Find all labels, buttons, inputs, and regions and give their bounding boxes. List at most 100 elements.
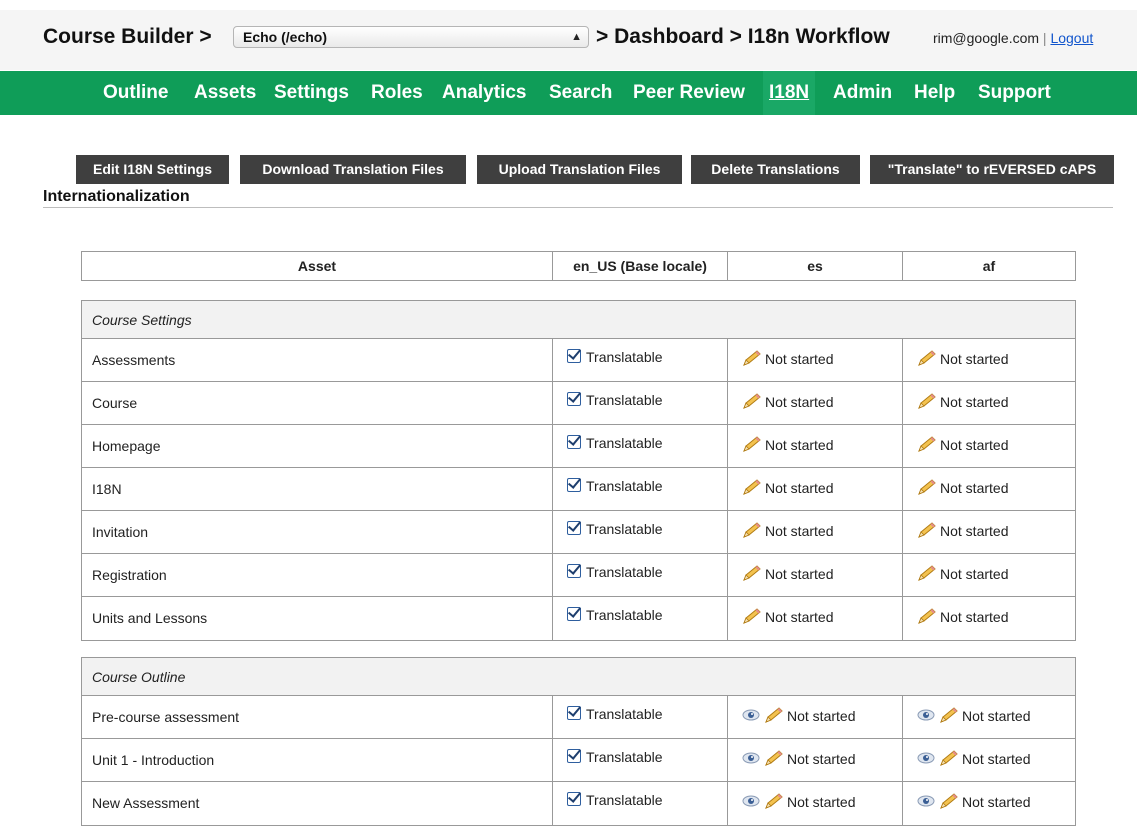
status-label: Not started (940, 437, 1009, 453)
checkbox-icon[interactable] (567, 749, 581, 763)
nav-help[interactable]: Help (908, 71, 961, 115)
delete-translations-button[interactable]: Delete Translations (691, 155, 860, 184)
logout-link[interactable]: Logout (1050, 30, 1093, 46)
pencil-icon[interactable] (764, 707, 784, 723)
translatable-label: Translatable (586, 607, 663, 623)
translatable-status: Translatable (567, 521, 663, 537)
checkbox-icon[interactable] (567, 792, 581, 806)
upload-translation-files-button[interactable]: Upload Translation Files (477, 155, 682, 184)
af-cell: Not started (902, 339, 1075, 381)
edit-i18n-settings-button[interactable]: Edit I18N Settings (76, 155, 229, 184)
base-locale-cell: Translatable (552, 382, 727, 424)
pencil-icon[interactable] (917, 565, 937, 581)
pencil-icon[interactable] (742, 479, 762, 495)
table-row: Unit 1 - Introduction Translatable Not sta… (82, 739, 1075, 782)
nav-analytics[interactable]: Analytics (436, 71, 532, 115)
header-asset: Asset (297, 258, 337, 274)
pencil-icon[interactable] (917, 608, 937, 624)
group-title: Course Settings (82, 301, 1075, 339)
asset-name: Units and Lessons (92, 610, 208, 626)
translatable-status: Translatable (567, 435, 663, 451)
status-label: Not started (765, 394, 834, 410)
checkbox-icon[interactable] (567, 478, 581, 492)
table-row: Pre-course assessment Translatable Not sta… (82, 696, 1075, 739)
base-locale-cell: Translatable (552, 339, 727, 381)
reversed-caps-button[interactable]: "Translate" to rEVERSED cAPS (870, 155, 1114, 184)
eye-icon[interactable] (742, 751, 760, 765)
checkbox-icon[interactable] (567, 607, 581, 621)
translation-status: Not started (917, 479, 1008, 496)
status-label: Not started (787, 794, 856, 810)
pencil-icon[interactable] (917, 522, 937, 538)
pencil-icon[interactable] (939, 793, 959, 809)
pencil-icon[interactable] (742, 393, 762, 409)
pencil-icon[interactable] (917, 479, 937, 495)
translation-status: Not started (917, 750, 1030, 767)
checkbox-icon[interactable] (567, 349, 581, 363)
status-label: Not started (940, 351, 1009, 367)
status-label: Not started (940, 523, 1009, 539)
af-cell: Not started (902, 696, 1075, 738)
nav-outline[interactable]: Outline (97, 71, 174, 115)
checkbox-icon[interactable] (567, 521, 581, 535)
nav-admin[interactable]: Admin (827, 71, 898, 115)
status-label: Not started (962, 794, 1031, 810)
translatable-label: Translatable (586, 521, 663, 537)
pencil-icon[interactable] (764, 793, 784, 809)
base-locale-cell: Translatable (552, 425, 727, 467)
dashboard-crumb[interactable]: > Dashboard > I18n Workflow (596, 25, 890, 49)
asset-name: Homepage (92, 438, 161, 454)
eye-icon[interactable] (742, 794, 760, 808)
base-locale-cell: Translatable (552, 468, 727, 510)
checkbox-icon[interactable] (567, 392, 581, 406)
nav-search[interactable]: Search (543, 71, 618, 115)
nav-assets[interactable]: Assets (188, 71, 262, 115)
download-translation-files-button[interactable]: Download Translation Files (240, 155, 466, 184)
pencil-icon[interactable] (742, 565, 762, 581)
translation-status: Not started (917, 522, 1008, 539)
nav-settings[interactable]: Settings (268, 71, 355, 115)
pencil-icon[interactable] (764, 750, 784, 766)
pencil-icon[interactable] (742, 436, 762, 452)
course-builder-crumb[interactable]: Course Builder > (43, 25, 212, 49)
pencil-icon[interactable] (742, 608, 762, 624)
asset-name: I18N (92, 481, 122, 497)
asset-name: New Assessment (92, 795, 200, 811)
status-label: Not started (765, 480, 834, 496)
es-cell: Not started (727, 511, 902, 553)
checkbox-icon[interactable] (567, 435, 581, 449)
translatable-status: Translatable (567, 706, 663, 722)
course-select[interactable]: Echo (/echo) ▲︎ (233, 26, 589, 48)
group-course-settings: Course Settings Assessments Translatable No… (81, 300, 1076, 641)
status-label: Not started (765, 437, 834, 453)
checkbox-icon[interactable] (567, 564, 581, 578)
pencil-icon[interactable] (917, 436, 937, 452)
pencil-icon[interactable] (917, 393, 937, 409)
translatable-label: Translatable (586, 392, 663, 408)
nav-i18n[interactable]: I18N (763, 71, 816, 115)
translation-status: Not started (917, 436, 1008, 453)
pencil-icon[interactable] (939, 707, 959, 723)
user-info: rim@google.com | Logout (933, 30, 1093, 46)
translation-status: Not started (742, 350, 833, 367)
eye-icon[interactable] (917, 751, 935, 765)
translation-status: Not started (917, 707, 1030, 724)
eye-icon[interactable] (917, 708, 935, 722)
nav-support[interactable]: Support (972, 71, 1057, 115)
section-title: Internationalization (43, 188, 190, 205)
pencil-icon[interactable] (742, 522, 762, 538)
translatable-status: Translatable (567, 478, 663, 494)
status-label: Not started (787, 708, 856, 724)
eye-icon[interactable] (742, 708, 760, 722)
checkbox-icon[interactable] (567, 706, 581, 720)
pencil-icon[interactable] (939, 750, 959, 766)
eye-icon[interactable] (917, 794, 935, 808)
nav-peer-review[interactable]: Peer Review (627, 71, 751, 115)
translatable-label: Translatable (586, 564, 663, 580)
translatable-status: Translatable (567, 392, 663, 408)
translation-status: Not started (742, 608, 833, 625)
pencil-icon[interactable] (742, 350, 762, 366)
pencil-icon[interactable] (917, 350, 937, 366)
status-label: Not started (940, 609, 1009, 625)
nav-roles[interactable]: Roles (365, 71, 429, 115)
